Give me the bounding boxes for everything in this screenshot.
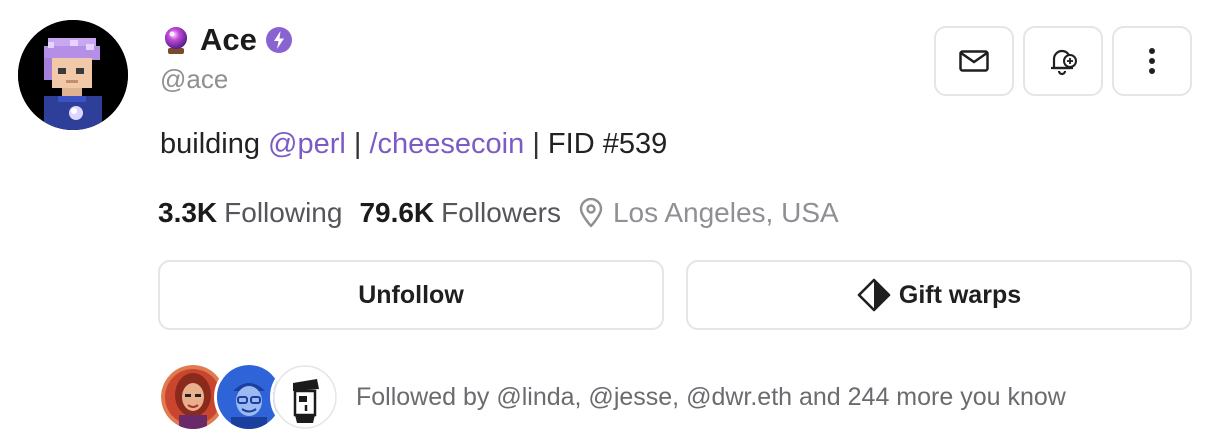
more-vertical-icon xyxy=(1149,48,1155,74)
bio-text: building xyxy=(160,128,269,160)
unfollow-button[interactable]: Unfollow xyxy=(158,260,664,330)
following-label[interactable]: Following xyxy=(224,197,342,229)
mutual-avatar-dwr[interactable] xyxy=(270,362,340,432)
more-button[interactable] xyxy=(1112,26,1192,96)
bio-separator: | xyxy=(524,128,548,160)
mutual-followers[interactable]: Followed by @linda, @jesse, @dwr.eth and… xyxy=(158,362,1066,432)
bio-mention-link[interactable]: @perl xyxy=(268,128,346,160)
following-count[interactable]: 3.3K xyxy=(158,197,217,229)
bell-plus-icon xyxy=(1051,49,1077,76)
profile-avatar[interactable] xyxy=(18,20,128,130)
bio-separator: | xyxy=(345,128,370,160)
bio-fid: FID #539 xyxy=(547,128,668,160)
gift-warps-button[interactable]: Gift warps xyxy=(686,260,1192,330)
profile-actions xyxy=(934,26,1192,96)
profile-stats: 3.3K Following 79.6K Followers Los Angel… xyxy=(158,197,839,229)
mutual-followers-text[interactable]: Followed by @linda, @jesse, @dwr.eth and… xyxy=(356,383,1066,412)
envelope-icon xyxy=(959,50,989,72)
lightning-badge-icon xyxy=(265,27,292,53)
followers-count[interactable]: 79.6K xyxy=(359,197,434,229)
profile-handle: @ace xyxy=(160,64,229,94)
crystal-ball-icon xyxy=(165,27,187,54)
profile-name-row: Ace xyxy=(160,20,293,60)
profile-location: Los Angeles, USA xyxy=(612,197,839,228)
notifications-button[interactable] xyxy=(1023,26,1103,96)
diamond-icon xyxy=(857,278,891,312)
followers-label[interactable]: Followers xyxy=(441,197,561,229)
profile-bio: building @perl | /cheesecoin | FID #539 xyxy=(160,128,667,161)
unfollow-label: Unfollow xyxy=(358,280,464,309)
bio-channel-link[interactable]: /cheesecoin xyxy=(369,128,524,160)
gift-warps-label: Gift warps xyxy=(898,280,1022,309)
display-name: Ace xyxy=(200,22,257,57)
message-button[interactable] xyxy=(934,26,1014,96)
map-pin-icon xyxy=(579,198,603,228)
